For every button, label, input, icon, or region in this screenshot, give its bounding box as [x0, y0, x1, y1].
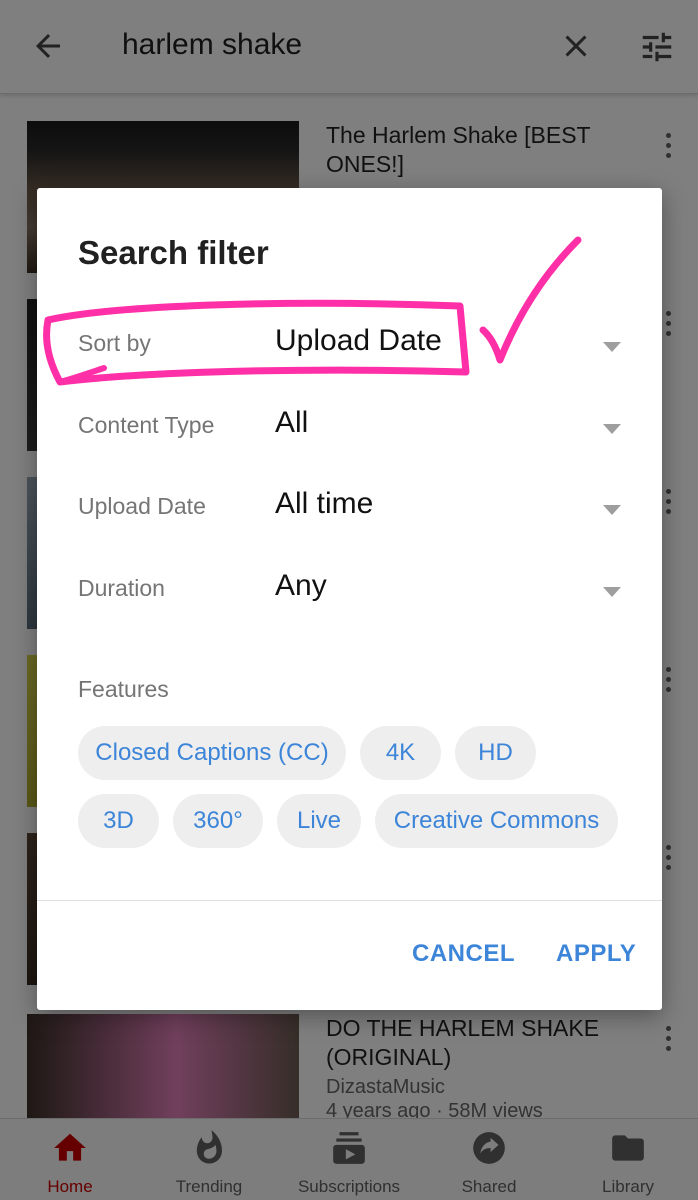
- filter-label: Duration: [78, 575, 165, 601]
- search-filter-dialog: Search filter Sort by Upload Date Conten…: [37, 188, 662, 1010]
- filter-row-upload-date[interactable]: Upload Date All time: [37, 479, 662, 539]
- filter-value[interactable]: Upload Date: [275, 324, 442, 358]
- feature-chip-closed-captions[interactable]: Closed Captions (CC): [78, 726, 346, 780]
- dropdown-caret-icon[interactable]: [603, 587, 621, 597]
- apply-button[interactable]: APPLY: [556, 940, 636, 968]
- filter-value[interactable]: Any: [275, 569, 327, 603]
- filter-label: Content Type: [78, 412, 215, 438]
- feature-chip-360[interactable]: 360°: [173, 794, 263, 848]
- filter-row-content-type[interactable]: Content Type All: [37, 398, 662, 458]
- filter-value[interactable]: All: [275, 406, 308, 440]
- dropdown-caret-icon[interactable]: [603, 424, 621, 434]
- filter-value[interactable]: All time: [275, 487, 373, 521]
- feature-chip-4k[interactable]: 4K: [360, 726, 441, 780]
- filter-row-sort-by[interactable]: Sort by Upload Date: [37, 316, 662, 376]
- feature-chip-live[interactable]: Live: [277, 794, 361, 848]
- features-label: Features: [78, 676, 169, 702]
- cancel-button[interactable]: CANCEL: [412, 940, 515, 968]
- feature-chip-creative-commons[interactable]: Creative Commons: [375, 794, 618, 848]
- filter-label: Sort by: [78, 330, 151, 356]
- filter-row-duration[interactable]: Duration Any: [37, 561, 662, 621]
- feature-chip-hd[interactable]: HD: [455, 726, 536, 780]
- dialog-title: Search filter: [78, 234, 269, 271]
- feature-chip-3d[interactable]: 3D: [78, 794, 159, 848]
- dropdown-caret-icon[interactable]: [603, 505, 621, 515]
- dropdown-caret-icon[interactable]: [603, 342, 621, 352]
- dialog-divider: [37, 900, 662, 901]
- filter-label: Upload Date: [78, 493, 206, 519]
